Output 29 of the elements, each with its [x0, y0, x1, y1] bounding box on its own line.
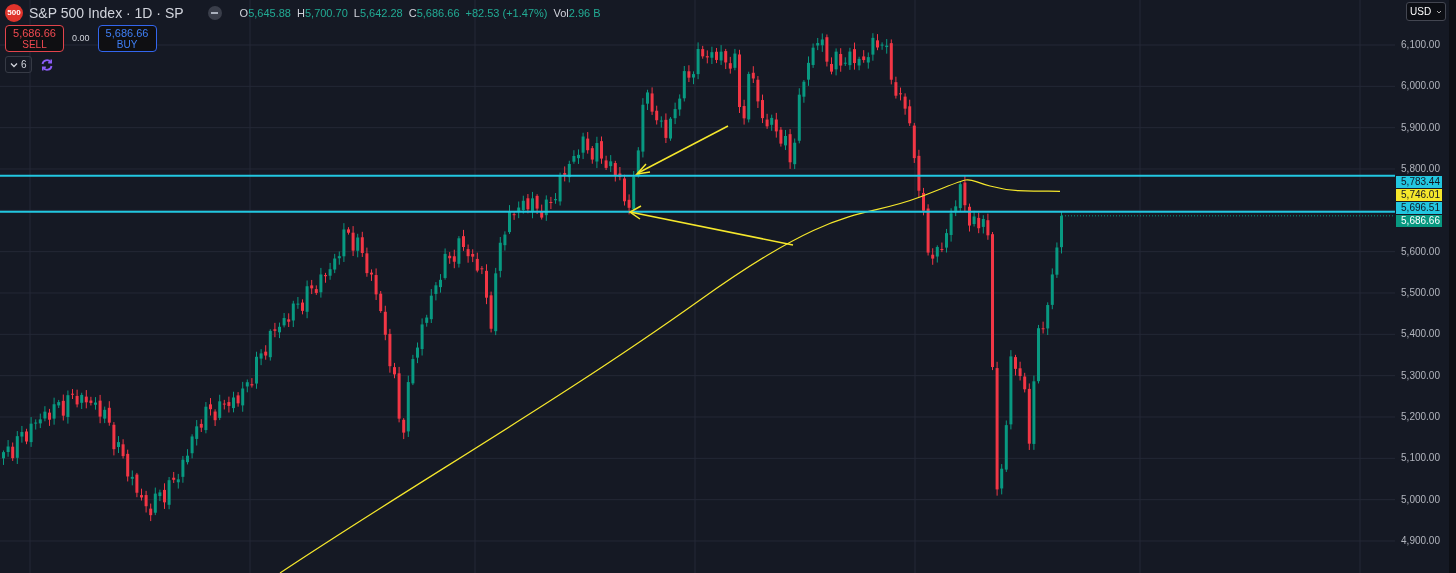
price-tick: 5,800.00: [1401, 163, 1440, 175]
price-tick: 5,600.00: [1401, 245, 1440, 258]
price-tick: 5,200.00: [1401, 411, 1440, 423]
sell-button[interactable]: 5,686.66 SELL: [5, 25, 64, 52]
price-tick: 5,300.00: [1401, 369, 1440, 382]
price-label: 5,696.51: [1396, 202, 1442, 214]
indicators-toggle[interactable]: 6: [5, 56, 32, 73]
price-tick: 6,100.00: [1401, 39, 1440, 51]
volume-value: Vol2.96 B: [553, 5, 601, 21]
buy-button[interactable]: 5,686.66 BUY: [97, 25, 157, 52]
price-tick: 5,100.00: [1401, 452, 1440, 465]
ohlc-value: H5,700.70: [297, 5, 348, 21]
price-label: 5,686.66: [1396, 215, 1442, 227]
price-tick: 5,900.00: [1401, 121, 1440, 134]
ohlc-value: C5,686.66: [408, 5, 460, 21]
price-change: +82.53 (+1.47%): [465, 5, 548, 21]
price-tick: 5,000.00: [1401, 493, 1440, 506]
symbol-logo: 500: [5, 4, 23, 22]
ohlc-value: L5,642.28: [353, 5, 403, 21]
symbol-title: S&P 500 Index · 1D · SP: [29, 3, 184, 23]
price-label: 5,783.44: [1396, 176, 1442, 188]
price-label: 5,746.01: [1396, 189, 1442, 201]
price-tick: 6,000.00: [1401, 80, 1440, 93]
price-tick: 5,400.00: [1401, 328, 1440, 341]
currency-selector[interactable]: USD: [1406, 2, 1446, 21]
ohlc-value: O5,645.88: [239, 5, 291, 21]
price-tick: 5,500.00: [1401, 287, 1440, 299]
spread-value: 0.00: [71, 31, 91, 45]
price-tick: 4,900.00: [1401, 535, 1440, 547]
